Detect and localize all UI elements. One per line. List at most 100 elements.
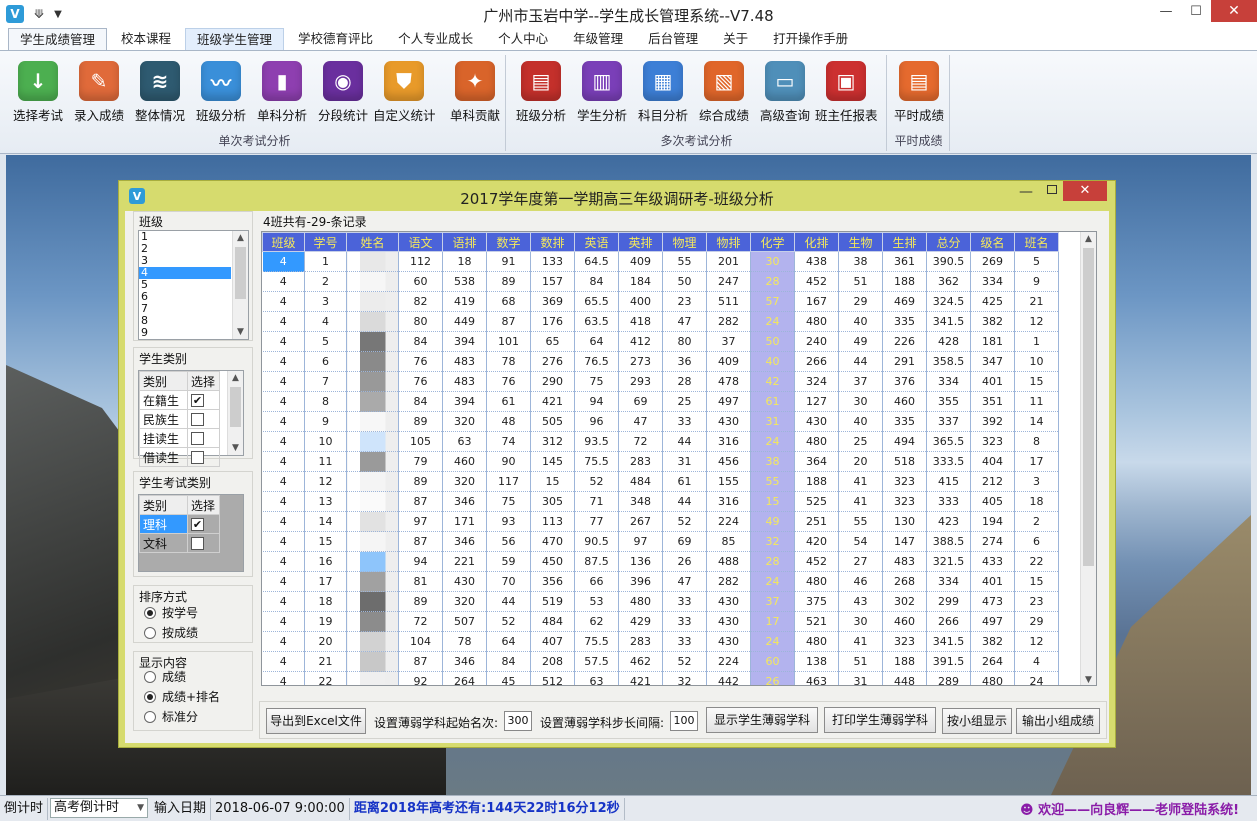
student-type-scrollbar[interactable]: ▲ ▼ [227, 371, 243, 455]
table-row[interactable]: 4 19 72 507 52 484 62 429 33 430 17 521 30 460 266 497 2… [262, 611, 1059, 632]
grid-header-cell[interactable]: 化排 [794, 232, 839, 252]
select-cell[interactable] [187, 447, 220, 467]
ribbon-button-2-3[interactable]: ▦ 科目分析 [632, 61, 694, 123]
student-type-row[interactable]: 民族生 [139, 409, 220, 429]
scroll-up-icon[interactable]: ▲ [228, 371, 243, 385]
ribbon-button-2-6[interactable]: ▣ 班主任报表 [815, 61, 878, 123]
table-row[interactable]: 4 1 112 18 91 133 64.5 409 55 201 30 438 38 361 390.5 2… [262, 251, 1059, 272]
class-list-item[interactable]: 7 [139, 303, 231, 315]
table-row[interactable]: 4 4 80 449 87 176 63.5 418 47 282 24 480 40 335 341.5 3… [262, 311, 1059, 332]
radio-button[interactable] [144, 710, 156, 723]
radio-button[interactable] [144, 670, 156, 683]
table-row[interactable]: 4 11 79 460 90 145 75.5 283 31 456 38 364 20 518 333.5… [262, 451, 1059, 472]
grid-header-cell[interactable]: 班名 [1014, 232, 1059, 252]
ribbon-button-2-5[interactable]: ▭ 高级查询 [754, 61, 816, 123]
tab-2[interactable]: 校本课程 [110, 28, 182, 50]
table-row[interactable]: 4 3 82 419 68 369 65.5 400 23 511 57 167 29 469 324.5 4… [262, 291, 1059, 312]
table-row[interactable]: 4 17 81 430 70 356 66 396 47 282 24 480 46 268 334 401 1… [262, 571, 1059, 592]
grid-header-cell[interactable]: 姓名 [346, 232, 399, 252]
group-show-button[interactable]: 按小组显示 [942, 708, 1012, 734]
grid-header-cell[interactable]: 英排 [618, 232, 663, 252]
tab-1[interactable]: 学生成绩管理 [8, 28, 108, 50]
export-excel-button[interactable]: 导出到Excel文件 [266, 708, 366, 734]
tab-7[interactable]: 年级管理 [562, 28, 634, 50]
ribbon-button-1-8[interactable]: ✦ 单科贡献 [444, 61, 506, 123]
grid-header-cell[interactable]: 物排 [706, 232, 751, 252]
exam-type-row[interactable]: 文科 [139, 533, 220, 553]
tab-8[interactable]: 后台管理 [637, 28, 709, 50]
table-row[interactable]: 4 10 105 63 74 312 93.5 72 44 316 24 480 25 494 365.5 3… [262, 431, 1059, 452]
table-row[interactable]: 4 7 76 483 76 290 75 293 28 478 42 324 37 376 334 401 15 [262, 371, 1059, 392]
select-cell[interactable] [187, 533, 220, 553]
ribbon-button-3-1[interactable]: ▤ 平时成绩 [888, 61, 950, 123]
scroll-down-icon[interactable]: ▼ [233, 325, 248, 339]
table-row[interactable]: 4 12 89 320 117 15 52 484 61 155 55 188 41 323 415 212 3 [262, 471, 1059, 492]
scroll-up-icon[interactable]: ▲ [233, 231, 248, 245]
grid-header-cell[interactable]: 生排 [882, 232, 927, 252]
print-weak-subjects-button[interactable]: 打印学生薄弱学科 [824, 707, 936, 733]
table-row[interactable]: 4 18 89 320 44 519 53 480 33 430 37 375 43 302 299 473 2… [262, 591, 1059, 612]
scroll-down-icon[interactable]: ▼ [228, 441, 243, 455]
class-listbox[interactable]: 123456789 ▲ ▼ [138, 230, 249, 340]
class-list-item[interactable]: 9 [139, 327, 231, 339]
table-row[interactable]: 4 2 60 538 89 157 84 184 50 247 28 452 51 188 362 334 9 [262, 271, 1059, 292]
checkbox[interactable] [191, 537, 204, 550]
table-row[interactable]: 4 9 89 320 48 505 96 47 33 430 31 430 40 335 337 392 14 [262, 411, 1059, 432]
display-option[interactable]: 成绩 [144, 668, 186, 685]
scroll-up-icon[interactable]: ▲ [1081, 232, 1096, 246]
checkbox[interactable]: ✔ [191, 518, 204, 531]
table-row[interactable]: 4 8 84 394 61 421 94 69 25 497 61 127 30 460 355 351 11 [262, 391, 1059, 412]
maximize-button[interactable]: ☐ [1181, 0, 1211, 22]
table-row[interactable]: 4 15 87 346 56 470 90.5 97 69 85 32 420 54 147 388.5 27… [262, 531, 1059, 552]
group-export-button[interactable]: 输出小组成绩 [1016, 708, 1100, 734]
quick-access-icon[interactable]: ⟱ [34, 7, 44, 21]
student-type-row[interactable]: 挂读生 [139, 428, 220, 448]
grid-header-cell[interactable]: 班级 [262, 232, 305, 252]
grid-header-cell[interactable]: 生物 [838, 232, 883, 252]
table-row[interactable]: 4 13 87 346 75 305 71 348 44 316 15 525 41 323 333 405 1… [262, 491, 1059, 512]
scroll-thumb[interactable] [1083, 248, 1094, 566]
select-cell[interactable]: ✔ [187, 514, 220, 534]
dialog-close-button[interactable]: ✕ [1063, 181, 1107, 201]
weak-step-input[interactable]: 100 [670, 711, 698, 731]
sort-option[interactable]: 按成绩 [144, 624, 198, 641]
select-cell[interactable]: ✔ [187, 390, 220, 410]
scores-grid-scrollbar[interactable]: ▲ ▼ [1080, 232, 1096, 685]
table-row[interactable]: 4 5 84 394 101 65 64 412 80 37 50 240 49 226 428 181 1 [262, 331, 1059, 352]
radio-button[interactable] [144, 626, 156, 639]
grid-header-cell[interactable]: 学号 [304, 232, 347, 252]
dialog-minimize-button[interactable]: — [1019, 184, 1033, 200]
table-row[interactable]: 4 21 87 346 84 208 57.5 462 52 224 60 138 51 188 391.5… [262, 651, 1059, 672]
ribbon-button-1-2[interactable]: ✎ 录入成绩 [68, 61, 130, 123]
ribbon-button-1-6[interactable]: ◉ 分段统计 [312, 61, 374, 123]
ribbon-button-1-4[interactable]: 〰班级分析 [190, 61, 252, 123]
student-type-row[interactable]: 在籍生 ✔ [139, 390, 220, 410]
display-option[interactable]: 标准分 [144, 708, 198, 725]
grid-header-cell[interactable]: 总分 [926, 232, 971, 252]
table-row[interactable]: 4 16 94 221 59 450 87.5 136 26 488 28 452 27 483 321.5… [262, 551, 1059, 572]
quick-access-dropdown-icon[interactable]: ▼ [54, 9, 62, 20]
checkbox[interactable] [191, 432, 204, 445]
countdown-type-select[interactable]: 高考倒计时 ▼ [50, 797, 149, 818]
ribbon-button-1-7[interactable]: ⛊ 自定义统计 [373, 61, 436, 123]
checkbox[interactable] [191, 451, 204, 464]
show-weak-subjects-button[interactable]: 显示学生薄弱学科 [706, 707, 818, 733]
grid-header-cell[interactable]: 物理 [662, 232, 707, 252]
ribbon-button-1-3[interactable]: ≋ 整体情况 [129, 61, 191, 123]
scroll-thumb[interactable] [235, 247, 246, 299]
checkbox[interactable] [191, 413, 204, 426]
grid-header-cell[interactable]: 级名 [970, 232, 1015, 252]
grid-header-cell[interactable]: 数学 [486, 232, 531, 252]
scores-grid[interactable]: 班级 学号 姓名 语文 语排 数学 数排 英语 英排 物理 物排 化学 化排 生物 生排 总分 级名 班名 4 1 11… [261, 231, 1097, 686]
minimize-button[interactable]: — [1151, 0, 1181, 22]
display-option[interactable]: 成绩+排名 [144, 688, 220, 705]
table-row[interactable]: 4 22 92 264 45 512 63 421 32 442 26 463 31 448 289 480 2… [262, 671, 1059, 685]
tab-10[interactable]: 打开操作手册 [762, 28, 859, 50]
class-list-item[interactable]: 3 [139, 255, 231, 267]
tab-9[interactable]: 关于 [712, 28, 759, 50]
ribbon-button-1-1[interactable]: ↓ 选择考试 [7, 61, 69, 123]
sort-option[interactable]: 按学号 [144, 604, 198, 621]
ribbon-button-2-1[interactable]: ▤ 班级分析 [510, 61, 572, 123]
dialog-maximize-button[interactable] [1047, 185, 1057, 194]
table-row[interactable]: 4 6 76 483 78 276 76.5 273 36 409 40 266 44 291 358.5 3… [262, 351, 1059, 372]
